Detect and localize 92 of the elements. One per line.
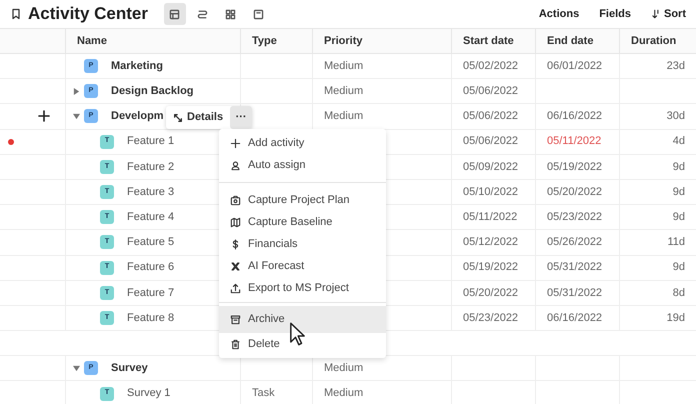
- duration-cell-text: 9d: [672, 260, 685, 276]
- start-date-cell-text: 05/11/2022: [463, 210, 518, 225]
- activity-name[interactable]: Marketing: [111, 58, 163, 74]
- column-header: Start date: [463, 34, 514, 49]
- column-header: Priority: [324, 34, 363, 49]
- activity-name[interactable]: Developm: [111, 108, 164, 125]
- table-view-button[interactable]: [164, 3, 186, 25]
- start-date-cell-text: 05/06/2022: [463, 109, 518, 124]
- end-date-cell-text: 06/16/2022: [547, 310, 602, 326]
- flow-icon: [196, 8, 210, 20]
- more-button[interactable]: ···: [230, 106, 252, 129]
- duration-cell-text: 30d: [666, 109, 685, 124]
- activity-name[interactable]: Feature 6: [127, 259, 174, 276]
- activity-name[interactable]: Survey: [111, 360, 148, 377]
- end-date-cell-text: 05/11/2022: [547, 134, 602, 150]
- start-date-cell-text: 05/23/2022: [463, 310, 518, 326]
- activity-name[interactable]: Feature 1: [127, 133, 174, 150]
- trash-icon: [230, 338, 241, 350]
- start-date-cell-text: 05/09/2022: [463, 160, 518, 175]
- menu-item[interactable]: Financials: [219, 233, 386, 255]
- end-date-cell-text: 05/20/2022: [547, 184, 602, 200]
- start-date-cell-text: 05/02/2022: [463, 58, 518, 74]
- end-date-cell-text: 06/01/2022: [547, 58, 602, 74]
- cursor-icon: [289, 322, 306, 346]
- menu-item[interactable]: Capture Baseline: [219, 211, 386, 233]
- menu-item[interactable]: Archive: [219, 306, 386, 333]
- menu-item[interactable]: AI Forecast: [219, 255, 386, 277]
- add-row-button[interactable]: [38, 110, 50, 122]
- plus-icon: [230, 138, 241, 148]
- column-header: Duration: [631, 34, 676, 49]
- column-header: Type: [252, 34, 277, 49]
- menu-item[interactable]: Capture Project Plan: [219, 189, 386, 211]
- priority-cell-text: Medium: [324, 361, 364, 376]
- duration-cell-text: 9d: [672, 210, 685, 225]
- dollar-icon: [230, 238, 241, 250]
- menu-item[interactable]: Auto assign: [219, 154, 386, 176]
- upload-icon: [230, 282, 241, 294]
- menu-item[interactable]: Delete: [219, 333, 386, 355]
- activity-name[interactable]: Feature 4: [127, 208, 174, 226]
- activity-name[interactable]: Feature 7: [127, 284, 174, 302]
- duration-cell-text: 4d: [672, 134, 685, 150]
- end-date-cell-text: 05/31/2022: [547, 286, 602, 301]
- start-date-cell-text: 05/06/2022: [463, 84, 518, 100]
- toolbar-button[interactable]: Actions: [538, 6, 580, 22]
- collapse-toggle[interactable]: [73, 112, 80, 120]
- end-date-cell-text: 05/31/2022: [547, 260, 602, 276]
- activity-name[interactable]: Feature 3: [127, 184, 174, 200]
- table-icon: [168, 8, 182, 20]
- sort-button[interactable]: Sort: [651, 6, 686, 22]
- bookmark-icon: [10, 8, 22, 20]
- activity-name[interactable]: Feature 2: [127, 158, 174, 176]
- end-date-cell-text: 06/16/2022: [547, 109, 602, 124]
- menu-item[interactable]: Add activity: [219, 132, 386, 154]
- end-date-cell-text: 05/23/2022: [547, 210, 602, 225]
- duration-cell-text: 11d: [667, 235, 685, 250]
- page-title: Activity Center: [28, 3, 148, 26]
- priority-cell-text: Medium: [324, 109, 364, 124]
- priority-cell-text: Medium: [324, 386, 364, 402]
- priority-cell-text: Medium: [324, 58, 364, 74]
- activity-name[interactable]: Feature 5: [127, 234, 174, 251]
- start-date-cell-text: 05/06/2022: [463, 134, 518, 150]
- start-date-cell-text: 05/20/2022: [463, 286, 518, 301]
- duration-cell-text: 23d: [666, 58, 685, 74]
- end-date-cell-text: 05/19/2022: [547, 160, 602, 175]
- archive-icon: [230, 314, 241, 325]
- calendar-icon: [252, 8, 266, 20]
- column-header: Name: [77, 34, 107, 49]
- collapse-toggle[interactable]: [73, 364, 80, 372]
- map-icon: [230, 216, 241, 228]
- duration-cell-text: 19d: [666, 310, 685, 326]
- end-date-cell-text: 05/26/2022: [547, 235, 602, 250]
- camera-icon: [230, 194, 241, 206]
- duration-cell-text: 9d: [672, 184, 685, 200]
- expand-icon: [173, 112, 183, 122]
- toolbar-button[interactable]: Fields: [599, 6, 631, 22]
- type-cell-text: Task: [252, 386, 275, 402]
- duration-cell-text: 8d: [672, 286, 685, 301]
- person-icon: [230, 160, 241, 170]
- activity-name[interactable]: Design Backlog: [111, 83, 194, 100]
- sort-icon: [651, 9, 661, 19]
- details-button[interactable]: Details: [166, 106, 230, 129]
- menu-item[interactable]: Export to MS Project: [219, 277, 386, 299]
- start-date-cell-text: 05/10/2022: [463, 184, 518, 200]
- activity-name[interactable]: Feature 8: [127, 310, 174, 326]
- column-header: End date: [547, 34, 594, 49]
- start-date-cell-text: 05/19/2022: [463, 260, 518, 276]
- priority-cell-text: Medium: [324, 84, 364, 100]
- activity-name[interactable]: Survey 1: [127, 385, 170, 402]
- start-date-cell-text: 05/12/2022: [463, 235, 518, 250]
- duration-cell-text: 9d: [672, 160, 685, 175]
- expand-toggle[interactable]: [73, 88, 80, 95]
- grid-icon: [224, 8, 238, 20]
